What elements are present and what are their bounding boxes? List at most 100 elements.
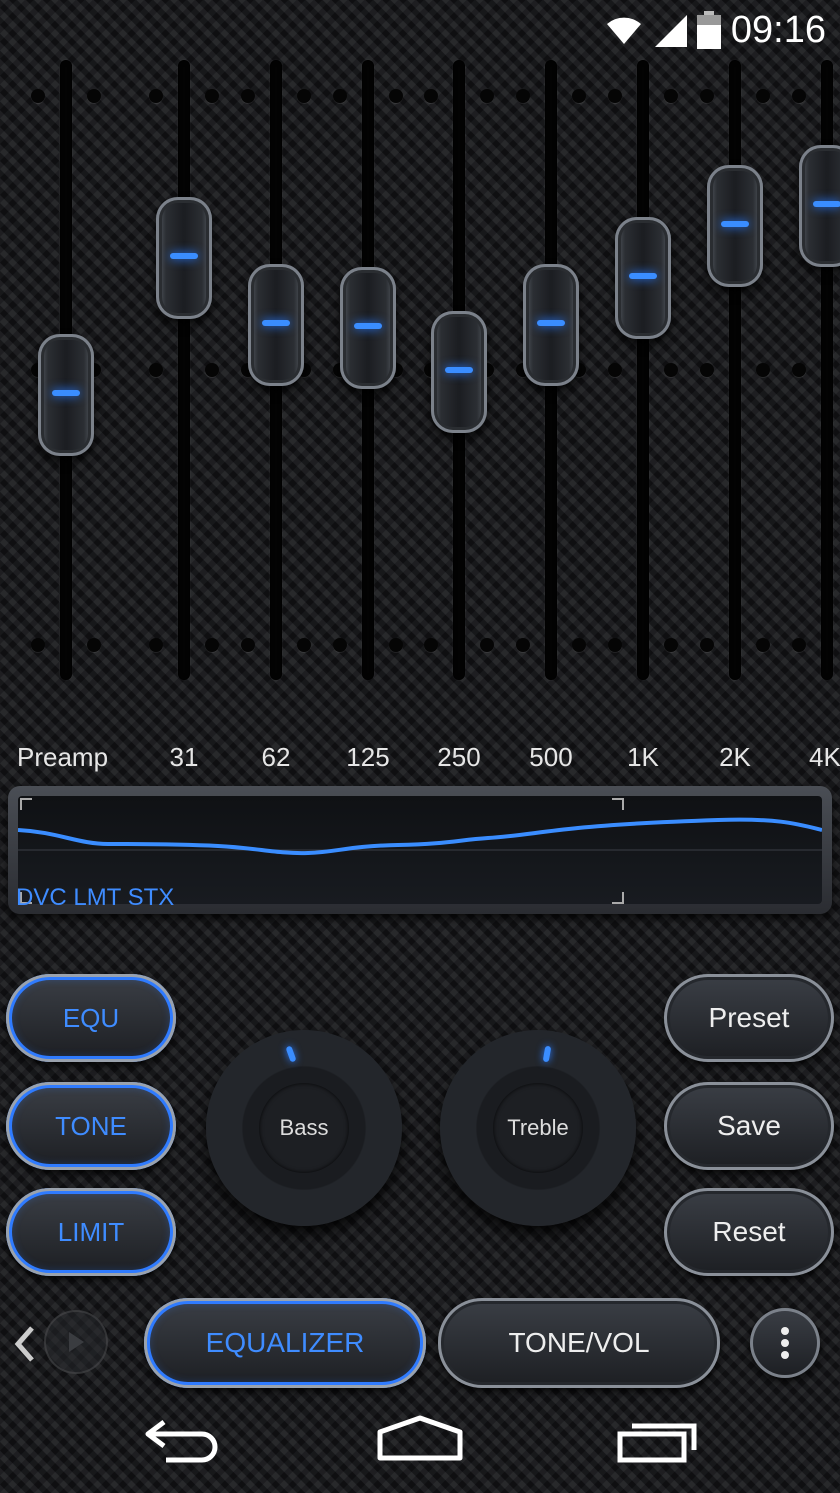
band-label: 1K: [627, 742, 659, 772]
slider-scale-dot: [700, 638, 714, 652]
slider-knob[interactable]: [523, 264, 579, 387]
tab-tone-vol[interactable]: TONE/VOL: [438, 1298, 720, 1388]
tab-equalizer-label: EQUALIZER: [205, 1327, 365, 1358]
recents-icon[interactable]: [612, 1414, 702, 1466]
graph-corner-tl: [20, 798, 32, 810]
slider-knob[interactable]: [38, 333, 94, 456]
band-label: Preamp: [17, 742, 109, 772]
slider-track[interactable]: [637, 60, 649, 680]
tone-label: TONE: [55, 1110, 127, 1141]
slider-scale-dot: [572, 89, 586, 103]
band-label: 4K: [809, 742, 840, 772]
band-label: 500: [529, 742, 573, 772]
more-options-button[interactable]: [750, 1308, 820, 1378]
home-icon[interactable]: [372, 1412, 468, 1464]
wifi-icon: [606, 17, 641, 44]
slider-scale-dot: [516, 89, 530, 103]
tab-equalizer[interactable]: EQUALIZER: [144, 1298, 426, 1388]
slider-knob[interactable]: [615, 217, 671, 340]
chevron-left-icon[interactable]: [10, 1322, 40, 1366]
status-time: 09:16: [730, 8, 826, 51]
slider-scale-dot: [333, 89, 347, 103]
tab-tone-vol-label: TONE/VOL: [508, 1327, 650, 1358]
play-button[interactable]: [44, 1310, 108, 1374]
bass-dial[interactable]: Bass: [206, 1030, 402, 1226]
slider-scale-dot: [297, 89, 311, 103]
slider-knob[interactable]: [707, 165, 763, 288]
reset-label: Reset: [712, 1216, 786, 1247]
navigation-bar: [0, 1398, 840, 1493]
slider-knob[interactable]: [431, 311, 487, 434]
cell-signal-icon: [654, 15, 687, 47]
slider-scale-dot: [205, 363, 219, 377]
slider-scale-dot: [792, 363, 806, 377]
slider-scale-dot: [389, 89, 403, 103]
save-button[interactable]: Save: [664, 1082, 834, 1170]
battery-icon: [696, 11, 721, 49]
slider-scale-dot: [205, 638, 219, 652]
slider-scale-dot: [756, 89, 770, 103]
equ-button[interactable]: EQU: [6, 974, 176, 1062]
reset-button[interactable]: Reset: [664, 1188, 834, 1276]
band-label: 250: [437, 742, 481, 772]
treble-dial-center: Treble: [493, 1083, 583, 1173]
slider-scale-dot: [424, 638, 438, 652]
slider-scale-dot: [700, 363, 714, 377]
band-labels: Preamp 31 62 125 250 500 1K 2K 4K: [0, 742, 840, 778]
treble-dial-marker: [542, 1045, 552, 1063]
slider-knob[interactable]: [248, 264, 304, 387]
slider-scale-dot: [424, 89, 438, 103]
effects-label: DVC LMT STX: [16, 884, 175, 911]
slider-scale-dot: [205, 89, 219, 103]
slider-knob[interactable]: [156, 197, 212, 320]
slider-track[interactable]: [178, 60, 190, 680]
slider-knob[interactable]: [799, 145, 840, 268]
status-icons: 09:16: [605, 8, 826, 52]
band-label: 31: [169, 742, 199, 772]
limit-button[interactable]: LIMIT: [6, 1188, 176, 1276]
bass-dial-center: Bass: [259, 1083, 349, 1173]
preset-label: Preset: [708, 1002, 790, 1033]
slider-scale-dot: [792, 638, 806, 652]
slider-scale-dot: [480, 638, 494, 652]
preset-button[interactable]: Preset: [664, 974, 834, 1062]
treble-dial[interactable]: Treble: [440, 1030, 636, 1226]
limit-label: LIMIT: [57, 1216, 125, 1247]
slider-scale-dot: [700, 89, 714, 103]
graph-corner-br: [612, 892, 624, 904]
slider-scale-dot: [333, 638, 347, 652]
slider-scale-dot: [792, 89, 806, 103]
slider-scale-dot: [149, 363, 163, 377]
status-bar: 09:16: [0, 0, 840, 60]
back-icon[interactable]: [140, 1416, 230, 1466]
bass-label: Bass: [279, 1115, 329, 1140]
slider-scale-dot: [516, 638, 530, 652]
slider-scale-dot: [664, 89, 678, 103]
bass-dial-marker: [285, 1045, 297, 1063]
slider-scale-dot: [241, 89, 255, 103]
slider-knob[interactable]: [340, 266, 396, 389]
more-vert-icon: [781, 1327, 789, 1359]
slider-track[interactable]: [729, 60, 741, 680]
slider-scale-dot: [87, 89, 101, 103]
slider-scale-dot: [756, 638, 770, 652]
treble-label: Treble: [507, 1115, 569, 1140]
slider-scale-dot: [149, 638, 163, 652]
slider-scale-dot: [31, 89, 45, 103]
slider-scale-dot: [149, 89, 163, 103]
band-label: 62: [261, 742, 291, 772]
slider-scale-dot: [31, 638, 45, 652]
band-label: 2K: [719, 742, 751, 772]
graph-corner-tr: [612, 798, 624, 810]
tone-button[interactable]: TONE: [6, 1082, 176, 1170]
equalizer-sliders: [0, 60, 840, 700]
slider-scale-dot: [608, 89, 622, 103]
slider-scale-dot: [756, 363, 770, 377]
slider-scale-dot: [608, 363, 622, 377]
slider-scale-dot: [664, 638, 678, 652]
slider-scale-dot: [572, 638, 586, 652]
slider-scale-dot: [241, 638, 255, 652]
slider-scale-dot: [389, 638, 403, 652]
band-label: 125: [346, 742, 390, 772]
slider-scale-dot: [480, 89, 494, 103]
